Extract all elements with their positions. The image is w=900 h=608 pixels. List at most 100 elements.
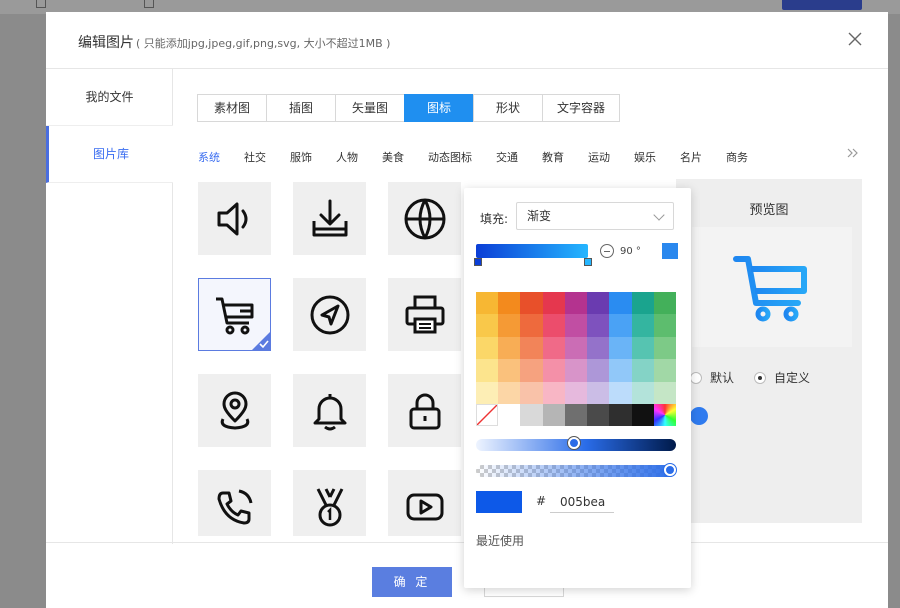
hex-input[interactable] (550, 491, 614, 513)
icon-item[interactable] (388, 470, 461, 536)
subcategory-education[interactable]: 教育 (542, 149, 564, 165)
color-swatch[interactable] (564, 381, 588, 404)
icon-item-selected[interactable] (198, 278, 271, 351)
radio-default[interactable] (690, 371, 702, 384)
color-swatch[interactable] (631, 404, 654, 426)
close-icon[interactable] (846, 30, 864, 48)
color-slider-handle[interactable] (568, 437, 580, 449)
color-swatch[interactable] (631, 292, 654, 315)
tab-icon[interactable]: 图标 (404, 94, 474, 122)
color-swatch[interactable] (653, 336, 676, 360)
color-swatch[interactable] (631, 314, 654, 337)
radio-custom[interactable] (754, 371, 767, 384)
color-swatch[interactable] (631, 359, 654, 382)
color-swatch[interactable] (609, 381, 632, 404)
color-swatch[interactable] (520, 292, 543, 315)
color-swatch[interactable] (476, 359, 499, 382)
subcategory-entertainment[interactable]: 娱乐 (634, 149, 656, 165)
subcategory-transport[interactable]: 交通 (496, 149, 518, 165)
color-swatch[interactable] (498, 404, 521, 426)
color-swatch[interactable] (653, 314, 676, 337)
color-swatch[interactable] (476, 292, 499, 315)
color-swatch[interactable] (476, 336, 499, 360)
subcategory-social[interactable]: 社交 (244, 149, 266, 165)
icon-item[interactable] (293, 374, 366, 447)
color-swatch[interactable] (520, 336, 543, 360)
color-swatch[interactable] (542, 314, 565, 337)
color-swatch[interactable] (564, 336, 588, 360)
color-swatch[interactable] (587, 292, 610, 315)
color-swatch[interactable] (564, 314, 588, 337)
subcategory-business[interactable]: 商务 (726, 149, 748, 165)
color-swatch[interactable] (587, 336, 610, 360)
icon-item[interactable] (198, 470, 271, 536)
color-swatch[interactable] (542, 404, 565, 426)
subcategory-business-card[interactable]: 名片 (680, 149, 702, 165)
color-swatch[interactable] (542, 336, 565, 360)
color-swatch[interactable] (542, 359, 565, 382)
color-swatch[interactable] (609, 336, 632, 360)
color-swatch[interactable] (520, 404, 543, 426)
subcategory-food[interactable]: 美食 (382, 149, 404, 165)
sidebar-item-my-files[interactable]: 我的文件 (46, 69, 173, 126)
color-swatch[interactable] (498, 381, 521, 404)
color-swatch[interactable] (520, 314, 543, 337)
color-swatch[interactable] (564, 359, 588, 382)
color-swatch[interactable] (542, 292, 565, 315)
opacity-slider[interactable] (476, 465, 676, 477)
color-swatch[interactable] (498, 359, 521, 382)
color-swatch[interactable] (587, 359, 610, 382)
icon-item[interactable] (388, 374, 461, 447)
subcategory-sports[interactable]: 运动 (588, 149, 610, 165)
tab-text-container[interactable]: 文字容器 (542, 94, 621, 122)
color-swatch[interactable] (609, 404, 632, 426)
gradient-bar[interactable] (476, 244, 588, 258)
color-swatch[interactable] (542, 381, 565, 404)
double-chevron-right-icon[interactable] (846, 146, 860, 160)
tab-shape[interactable]: 形状 (473, 94, 543, 122)
color-swatch[interactable] (609, 314, 632, 337)
color-swatch[interactable] (476, 381, 499, 404)
confirm-button[interactable]: 确 定 (372, 567, 452, 597)
color-swatch[interactable] (587, 404, 610, 426)
color-swatch[interactable] (498, 292, 521, 315)
color-swatch[interactable] (653, 292, 676, 315)
gradient-color-swatch[interactable] (662, 243, 678, 259)
tab-illustration[interactable]: 插图 (266, 94, 336, 122)
icon-item[interactable] (388, 182, 461, 255)
tab-material[interactable]: 素材图 (197, 94, 267, 122)
icon-item[interactable] (388, 278, 461, 351)
custom-color-swatch[interactable] (690, 407, 708, 425)
color-swatch[interactable] (520, 359, 543, 382)
opacity-slider-handle[interactable] (664, 464, 676, 476)
color-swatch[interactable] (631, 336, 654, 360)
fill-type-select[interactable]: 渐变 (516, 202, 674, 230)
color-swatch[interactable] (520, 381, 543, 404)
color-swatch[interactable] (609, 292, 632, 315)
icon-item[interactable] (293, 278, 366, 351)
icon-item[interactable] (293, 470, 366, 536)
no-color-swatch[interactable] (476, 404, 499, 426)
color-swatch[interactable] (564, 292, 588, 315)
color-swatch[interactable] (653, 359, 676, 382)
icon-item[interactable] (198, 182, 271, 255)
subcategory-apparel[interactable]: 服饰 (290, 149, 312, 165)
color-swatch[interactable] (609, 359, 632, 382)
color-swatch[interactable] (587, 381, 610, 404)
tab-vector[interactable]: 矢量图 (335, 94, 405, 122)
color-swatch[interactable] (587, 314, 610, 337)
sidebar-item-image-library[interactable]: 图片库 (46, 126, 173, 183)
icon-item[interactable] (293, 182, 366, 255)
color-swatch[interactable] (476, 314, 499, 337)
subcategory-people[interactable]: 人物 (336, 149, 358, 165)
subcategory-system[interactable]: 系统 (198, 149, 220, 165)
icon-item[interactable] (198, 374, 271, 447)
color-swatch[interactable] (653, 381, 676, 404)
color-swatch[interactable] (498, 314, 521, 337)
gradient-stop-start[interactable] (474, 258, 482, 266)
custom-color-swatch[interactable] (653, 404, 676, 426)
color-swatch[interactable] (631, 381, 654, 404)
gradient-stop-end[interactable] (584, 258, 592, 266)
angle-value[interactable]: 90 ° (620, 246, 641, 257)
subcategory-animated[interactable]: 动态图标 (428, 149, 472, 165)
